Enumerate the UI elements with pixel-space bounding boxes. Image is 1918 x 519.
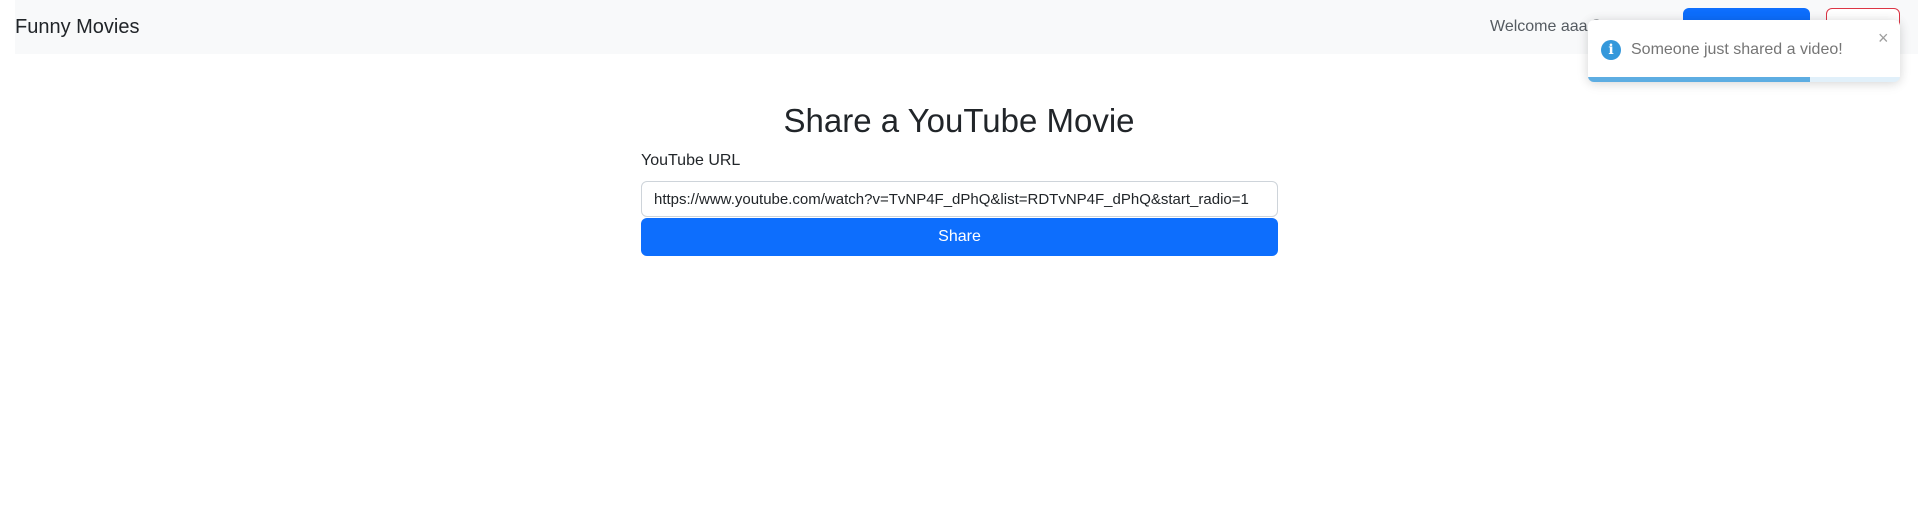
toast-message: Someone just shared a video! bbox=[1631, 41, 1843, 58]
brand-logo[interactable]: Funny Movies bbox=[15, 16, 140, 39]
url-label: YouTube URL bbox=[641, 152, 741, 169]
info-icon: i bbox=[1601, 40, 1621, 60]
toast-notification[interactable]: i Someone just shared a video! × bbox=[1588, 20, 1900, 82]
youtube-url-input[interactable] bbox=[641, 181, 1278, 217]
share-button[interactable]: Share bbox=[641, 218, 1278, 256]
toast-progress-track bbox=[1588, 77, 1900, 82]
close-icon[interactable]: × bbox=[1878, 29, 1889, 47]
toast-progress-bar bbox=[1588, 77, 1810, 82]
page-title: Share a YouTube Movie bbox=[783, 102, 1135, 139]
welcome-text: Welcome aaa@ bbox=[1490, 18, 1604, 35]
